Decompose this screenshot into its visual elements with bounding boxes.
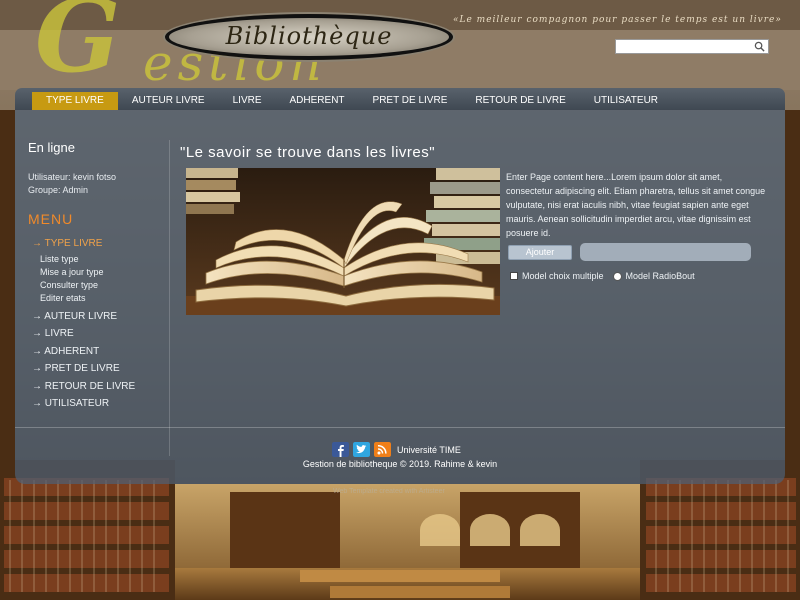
- arrow-right-icon: →: [32, 363, 42, 374]
- submenu-item-consulter-type[interactable]: Consulter type: [20, 279, 169, 292]
- arrow-right-icon: →: [32, 238, 42, 249]
- nav-item-auteur-livre[interactable]: AUTEUR LIVRE: [118, 92, 219, 110]
- menu-title: MENU: [28, 211, 74, 227]
- menu-item-label: ADHERENT: [44, 345, 100, 357]
- menu-item-type-livre[interactable]: → TYPE LIVRE: [20, 235, 169, 253]
- nav-item-livre[interactable]: LIVRE: [219, 92, 276, 110]
- group-line: Groupe: Admin: [28, 185, 89, 195]
- search-box[interactable]: [615, 39, 769, 57]
- menu-item-pret-de-livre[interactable]: → PRET DE LIVRE: [20, 360, 169, 378]
- radio-label: Model RadioBout: [625, 271, 695, 281]
- submenu-item-mise-a-jour-type[interactable]: Mise a jour type: [20, 266, 169, 279]
- arrow-right-icon: →: [32, 328, 42, 339]
- social-links: Université TIME: [332, 442, 461, 457]
- menu-item-auteur-livre[interactable]: → AUTEUR LIVRE: [20, 308, 169, 326]
- template-credit[interactable]: Web Template created with Artisteer: [333, 488, 445, 495]
- menu-item-utilisateur[interactable]: → UTILISATEUR: [20, 395, 169, 413]
- logo-oval-text: Bibliothèque: [225, 22, 393, 50]
- university-link[interactable]: Université TIME: [397, 445, 461, 455]
- page-title: "Le savoir se trouve dans les livres": [180, 144, 436, 161]
- search-icon[interactable]: [754, 41, 765, 52]
- menu-item-livre[interactable]: → LIVRE: [20, 325, 169, 343]
- add-button[interactable]: Ajouter: [508, 245, 572, 260]
- online-title: En ligne: [28, 140, 75, 155]
- menu-item-label: UTILISATEUR: [44, 398, 110, 409]
- copyright: Gestion de bibliotheque © 2019. Rahime &…: [302, 459, 498, 469]
- nav-item-adherent[interactable]: ADHERENT: [276, 92, 359, 110]
- footer: Université TIME Gestion de bibliotheque …: [15, 427, 785, 484]
- submenu-item-editer-etats[interactable]: Editer etats: [20, 292, 169, 305]
- arrow-right-icon: →: [32, 310, 42, 322]
- menu-item-adherent[interactable]: → ADHERENT: [20, 343, 169, 361]
- facebook-icon[interactable]: [332, 442, 349, 457]
- arrow-right-icon: →: [32, 398, 42, 409]
- sidebar: En ligne Utilisateur: kevin fotso Groupe…: [20, 140, 170, 456]
- header: G estion Bibliothèque «Le meilleur compa…: [15, 0, 785, 88]
- radio-button[interactable]: [612, 271, 622, 281]
- search-input[interactable]: [616, 44, 752, 57]
- arrow-right-icon: →: [32, 380, 42, 392]
- checkbox-label: Model choix multiple: [522, 271, 604, 281]
- arrow-right-icon: →: [32, 345, 42, 357]
- logo-big-letter: G: [35, 0, 121, 95]
- text-input[interactable]: [580, 243, 751, 261]
- menu-item-label: TYPE LIVRE: [44, 238, 103, 249]
- nav-item-pret-de-livre[interactable]: PRET DE LIVRE: [359, 92, 462, 110]
- page-content: Enter Page content here...Lorem ipsum do…: [506, 172, 766, 238]
- nav-item-retour-de-livre[interactable]: RETOUR DE LIVRE: [461, 92, 579, 110]
- user-line: Utilisateur: kevin fotso: [28, 172, 117, 182]
- submenu-item-liste-type[interactable]: Liste type: [20, 253, 169, 266]
- slogan: «Le meilleur compagnon pour passer le te…: [453, 15, 782, 25]
- nav-item-utilisateur[interactable]: UTILISATEUR: [580, 92, 672, 110]
- multiple-choice-checkbox[interactable]: [510, 272, 518, 280]
- menu-item-label: LIVRE: [44, 328, 74, 339]
- menu-item-label: AUTEUR LIVRE: [44, 310, 118, 322]
- top-nav: TYPE LIVRE AUTEUR LIVRE LIVRE ADHERENT P…: [15, 88, 785, 110]
- menu-item-label: PRET DE LIVRE: [44, 363, 120, 374]
- rss-icon[interactable]: [374, 442, 391, 457]
- options-row: Model choix multiple Model RadioBout: [510, 271, 704, 281]
- menu-item-label: RETOUR DE LIVRE: [44, 380, 136, 392]
- nav-item-type-livre[interactable]: TYPE LIVRE: [32, 92, 118, 110]
- menu-item-retour-de-livre[interactable]: → RETOUR DE LIVRE: [20, 378, 169, 396]
- open-book-image: [186, 168, 500, 315]
- twitter-icon[interactable]: [353, 442, 370, 457]
